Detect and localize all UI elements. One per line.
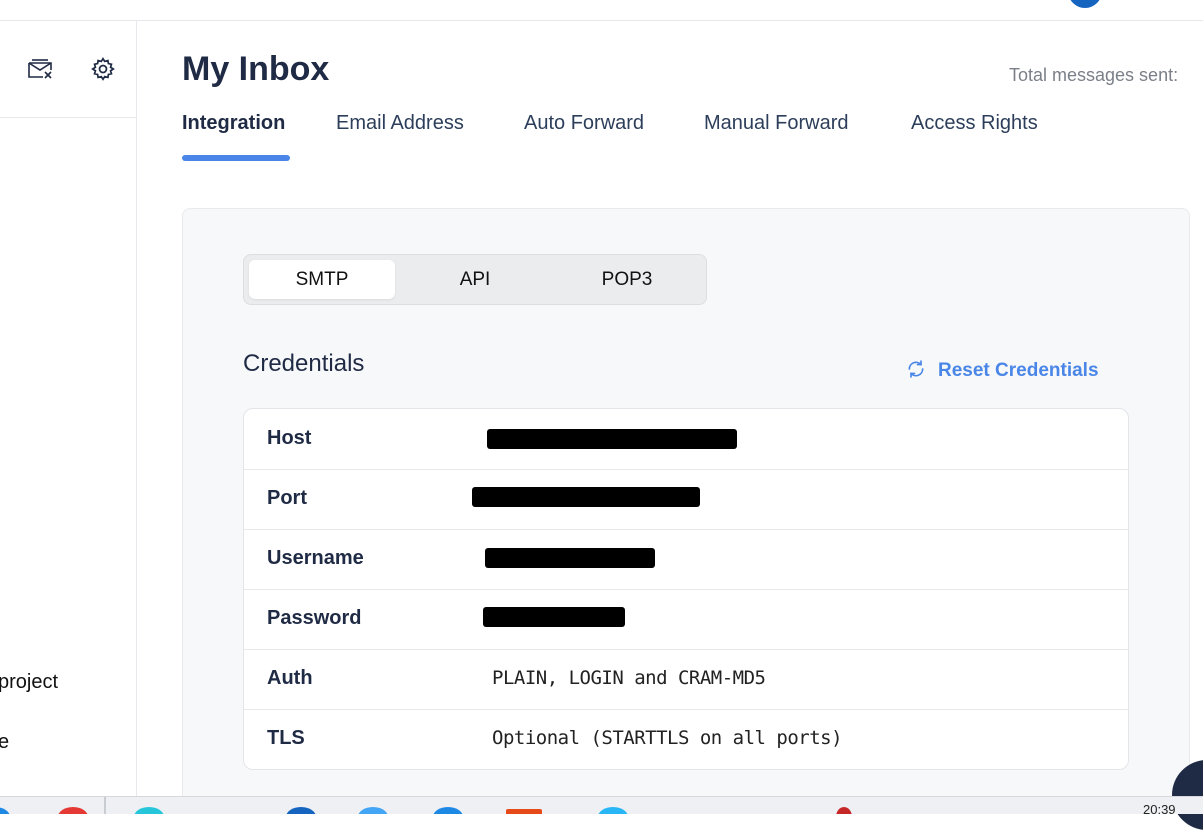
protocol-option-api[interactable]: API bbox=[402, 260, 548, 299]
row-value: Optional (STARTTLS on all ports) bbox=[492, 727, 843, 749]
top-bar bbox=[0, 0, 1203, 21]
taskbar-app-icon[interactable] bbox=[506, 809, 542, 814]
user-avatar[interactable] bbox=[1068, 0, 1102, 8]
redacted-value bbox=[487, 429, 737, 449]
gear-icon[interactable] bbox=[88, 54, 118, 84]
tab-integration[interactable]: Integration bbox=[182, 112, 285, 135]
credentials-table: Host Port Username Password Auth PLAIN, … bbox=[243, 408, 1129, 770]
sidebar: project e bbox=[0, 21, 137, 796]
redacted-value bbox=[472, 487, 700, 507]
table-row-tls: TLS Optional (STARTTLS on all ports) bbox=[244, 709, 1128, 769]
refresh-icon bbox=[906, 359, 926, 384]
credentials-title: Credentials bbox=[243, 350, 365, 377]
table-row-username: Username bbox=[244, 529, 1128, 590]
active-tab-indicator bbox=[182, 155, 290, 161]
row-label: Password bbox=[267, 607, 362, 629]
row-value: PLAIN, LOGIN and CRAM-MD5 bbox=[492, 667, 766, 689]
sidebar-toolbar bbox=[0, 21, 136, 118]
table-row-port: Port bbox=[244, 469, 1128, 530]
row-label: Host bbox=[267, 427, 312, 449]
sidebar-item-project[interactable]: project bbox=[0, 671, 58, 694]
row-label: TLS bbox=[267, 727, 305, 749]
tab-email-address[interactable]: Email Address bbox=[336, 112, 464, 135]
redacted-value bbox=[485, 548, 655, 568]
mail-x-icon[interactable] bbox=[25, 54, 55, 84]
taskbar: 20:39 bbox=[0, 796, 1203, 814]
reset-credentials-label: Reset Credentials bbox=[938, 360, 1099, 381]
taskbar-divider bbox=[104, 797, 106, 814]
row-label: Port bbox=[267, 487, 307, 509]
tab-access-rights[interactable]: Access Rights bbox=[911, 112, 1038, 135]
table-row-auth: Auth PLAIN, LOGIN and CRAM-MD5 bbox=[244, 649, 1128, 710]
protocol-switch: SMTP API POP3 bbox=[243, 254, 707, 305]
redacted-value bbox=[483, 607, 625, 627]
taskbar-clock: 20:39 bbox=[1143, 802, 1176, 814]
protocol-option-smtp[interactable]: SMTP bbox=[249, 260, 395, 299]
tab-auto-forward[interactable]: Auto Forward bbox=[524, 112, 644, 135]
table-row-host: Host bbox=[244, 409, 1128, 470]
page-title: My Inbox bbox=[182, 50, 330, 88]
table-row-password: Password bbox=[244, 589, 1128, 650]
row-label: Username bbox=[267, 547, 364, 569]
sidebar-item-partial[interactable]: e bbox=[0, 731, 9, 754]
total-messages-label: Total messages sent: bbox=[1009, 65, 1179, 85]
row-label: Auth bbox=[267, 667, 313, 689]
tab-manual-forward[interactable]: Manual Forward bbox=[704, 112, 849, 135]
reset-credentials-button[interactable]: Reset Credentials bbox=[906, 358, 1099, 384]
protocol-option-pop3[interactable]: POP3 bbox=[554, 260, 700, 299]
